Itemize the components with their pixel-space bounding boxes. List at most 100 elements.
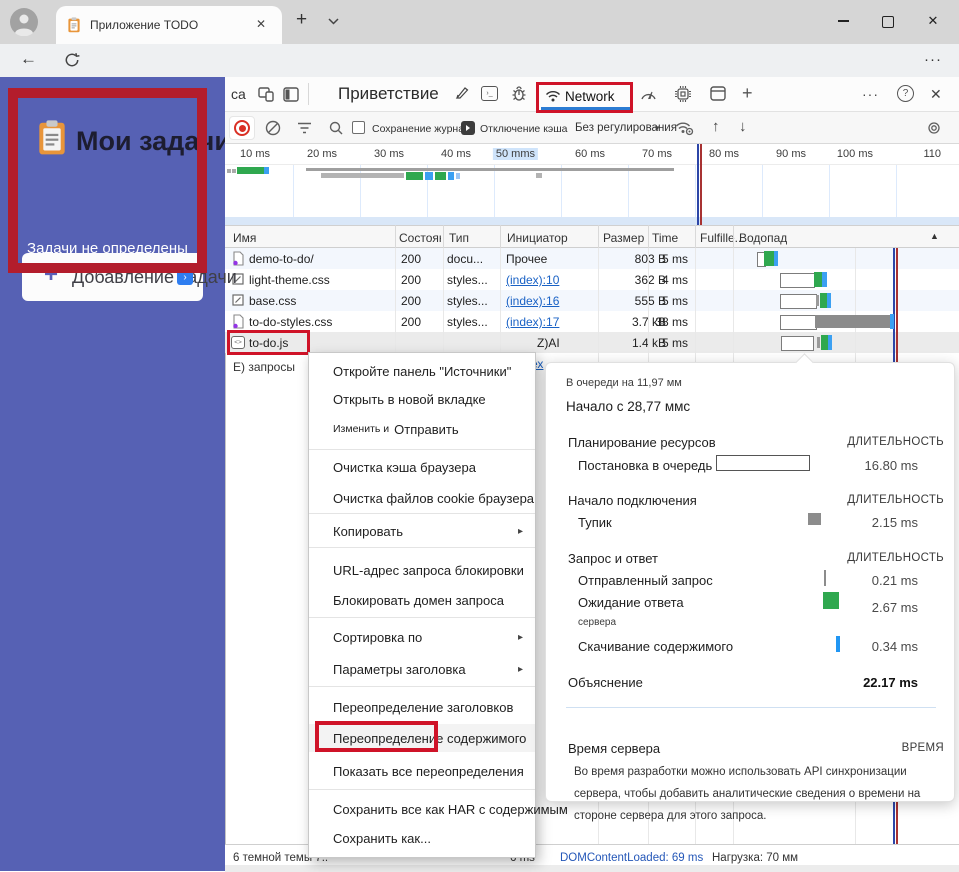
ruler-tick: 20 ms	[307, 148, 337, 160]
request-initiator: Z)AI	[537, 336, 560, 350]
col-name[interactable]: Имя	[233, 231, 256, 245]
request-time: 5 ms	[661, 294, 688, 308]
request-initiator-link[interactable]: (index):10	[506, 273, 559, 287]
ruler-tick: 70 ms	[642, 148, 672, 160]
menu-item-clear-cookies[interactable]: Очистка файлов cookie браузера	[309, 484, 535, 512]
tab-list-chevron-icon[interactable]	[328, 18, 339, 25]
overview-bar	[448, 172, 454, 180]
request-name[interactable]: to-do-styles.css	[249, 315, 332, 329]
window-maximize-button[interactable]	[881, 15, 895, 29]
device-emulation-icon[interactable]	[258, 87, 274, 102]
overview-bar	[456, 173, 460, 179]
menu-item-save-har[interactable]: Сохранить все как HAR с содержимым	[309, 795, 568, 823]
tabbar-overflow-label[interactable]: ca	[231, 86, 246, 102]
disable-cache-label[interactable]: Отключение кэша	[480, 123, 568, 135]
overview-selection-band	[225, 217, 959, 225]
help-icon[interactable]: ?	[897, 85, 914, 102]
sort-asc-icon[interactable]: ▲	[930, 231, 939, 241]
request-name[interactable]: base.css	[249, 294, 296, 308]
menu-item-clear-cache[interactable]: Очистка кэша браузера	[309, 453, 535, 481]
menu-item-copy[interactable]: Копировать ▸	[309, 517, 535, 545]
import-har-icon[interactable]: ↑	[712, 118, 720, 135]
timing-bar-content-download	[836, 636, 840, 652]
col-waterfall[interactable]: Водопад	[739, 231, 787, 245]
profile-avatar-icon[interactable]	[10, 8, 38, 36]
col-type[interactable]: Тип	[449, 231, 469, 245]
application-window-icon[interactable]	[710, 86, 726, 101]
browser-more-menu[interactable]: ···	[924, 51, 942, 68]
menu-item-sort-by[interactable]: Сортировка по ▸	[309, 623, 535, 651]
window-close-button[interactable]: ✕	[926, 13, 940, 29]
console-icon[interactable]: ›_	[481, 86, 498, 101]
col-time[interactable]: Time	[652, 231, 678, 245]
stylesheet-file-icon	[231, 293, 245, 307]
tab-welcome[interactable]: Приветствие	[338, 84, 439, 104]
request-time: 5 ms	[661, 336, 688, 350]
filter-icon[interactable]	[297, 122, 312, 134]
col-status[interactable]: Состояние	[399, 231, 441, 245]
overview-bar	[435, 172, 446, 180]
request-name[interactable]: light-theme.css	[249, 273, 330, 287]
menu-item-override-headers[interactable]: Переопределение заголовков	[309, 693, 535, 721]
document-file-icon	[231, 314, 245, 329]
col-initiator[interactable]: Инициатор	[507, 231, 568, 245]
debug-bug-icon[interactable]	[511, 86, 527, 102]
menu-item-block-url[interactable]: URL-адрес запроса блокировки	[309, 556, 535, 584]
menu-item-edit-and-resend[interactable]: Изменить и Отправить	[309, 415, 535, 443]
export-har-icon[interactable]: ↓	[739, 118, 747, 135]
timing-label-waiting-sub: сервера	[578, 617, 617, 628]
more-tabs-button[interactable]: +	[742, 83, 753, 104]
overview-bar	[536, 173, 542, 178]
timing-value-request-sent: 0.21 ms	[871, 573, 918, 588]
timing-value-content-download: 0.34 ms	[871, 639, 918, 654]
timing-popup: В очереди на 11,97 мм Начало с 28,77 ммс…	[545, 362, 955, 822]
network-table-header: Имя Состояние Тип Инициатор Размер Time …	[225, 225, 959, 248]
window-titlebar: Приложение TODO ✕ + ✕	[0, 0, 959, 44]
window-minimize-button[interactable]	[836, 14, 850, 28]
devtools-more-menu[interactable]: ···	[862, 86, 879, 102]
request-initiator-link[interactable]: (index):17	[506, 315, 559, 329]
request-time: 38 ms	[655, 315, 688, 329]
preserve-log-label[interactable]: Сохранение журна	[372, 123, 464, 135]
table-row-selected[interactable]: <> to-do.js Z)AI 1.4 kB 5 ms	[225, 332, 959, 353]
new-tab-button[interactable]: +	[296, 9, 307, 31]
menu-item-open-sources[interactable]: Откройте панель "Источники"	[309, 357, 535, 385]
menu-item-open-new-tab[interactable]: Открыть в новой вкладке	[309, 385, 535, 413]
performance-gauge-icon[interactable]	[640, 87, 657, 101]
request-type: styles...	[447, 315, 488, 329]
ruler-tick: 90 ms	[776, 148, 806, 160]
request-name[interactable]: demo-to-do/	[249, 252, 314, 266]
settings-gear-icon[interactable]	[926, 120, 942, 136]
devtools-close-button[interactable]: ✕	[930, 86, 942, 103]
back-button[interactable]: ←	[20, 49, 37, 69]
request-status: 200	[401, 315, 422, 329]
refresh-button[interactable]	[64, 52, 80, 68]
search-icon[interactable]	[328, 120, 344, 136]
memory-chip-icon[interactable]	[675, 86, 691, 102]
network-overview[interactable]	[225, 165, 959, 225]
clear-icon[interactable]	[265, 120, 281, 136]
submenu-arrow-icon: ▸	[517, 663, 523, 675]
explanation-label: Объяснение	[568, 675, 643, 690]
menu-item-save-as[interactable]: Сохранить как...	[309, 824, 535, 852]
menu-item-block-domain[interactable]: Блокировать домен запроса	[309, 586, 535, 614]
table-row[interactable]: base.css 200 styles... (index):16 555 B …	[225, 290, 959, 311]
col-size[interactable]: Размер	[603, 231, 644, 245]
menu-item-show-all-overrides[interactable]: Показать все переопределения	[309, 757, 535, 785]
browser-tab[interactable]: Приложение TODO ✕	[56, 6, 282, 44]
duration-header: ДЛИТЕЛЬНОСТЬ	[847, 436, 944, 448]
menu-item-header-options[interactable]: Параметры заголовка ▸	[309, 655, 535, 683]
preserve-log-checkbox[interactable]	[352, 121, 365, 134]
network-conditions-icon[interactable]	[675, 120, 695, 136]
table-row[interactable]: demo-to-do/ 200 docu... Прочее 803 B 5 m…	[225, 248, 959, 269]
throttling-select[interactable]: Без регулирования	[575, 122, 677, 134]
submenu-arrow-icon: ▸	[517, 631, 523, 643]
record-stop-icon[interactable]	[234, 120, 250, 136]
request-initiator[interactable]: Прочее	[506, 252, 547, 266]
table-row[interactable]: light-theme.css 200 styles... (index):10…	[225, 269, 959, 290]
duration-header: ДЛИТЕЛЬНОСТЬ	[847, 494, 944, 506]
dock-side-icon[interactable]	[283, 87, 299, 102]
tab-close-icon[interactable]: ✕	[256, 17, 266, 31]
request-initiator-link[interactable]: (index):16	[506, 294, 559, 308]
col-fulfilled[interactable]: Fulfille...	[700, 231, 745, 245]
